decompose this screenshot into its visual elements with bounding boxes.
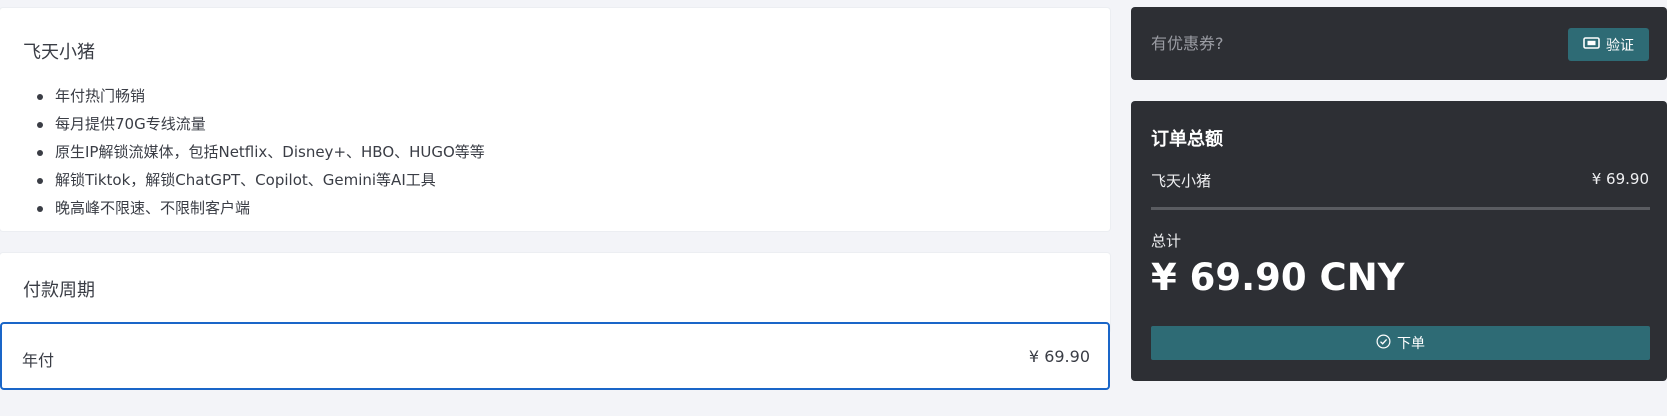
period-option-price: ¥ 69.90 — [1028, 347, 1090, 366]
total-label: 总计 — [1151, 232, 1182, 250]
plan-card: 飞天小猪 年付热门畅销 每月提供70G专线流量 原生IP解锁流媒体，包括Netf… — [0, 8, 1110, 231]
feature-list: 年付热门畅销 每月提供70G专线流量 原生IP解锁流媒体，包括Netflix、D… — [37, 86, 485, 226]
payment-period-title: 付款周期 — [23, 280, 95, 301]
period-option-label: 年付 — [22, 351, 55, 370]
coupon-input[interactable] — [1151, 27, 1511, 59]
payment-period-card: 付款周期 — [0, 253, 1110, 333]
place-order-button[interactable]: 下单 — [1151, 326, 1650, 360]
period-option-yearly[interactable]: 年付 ¥ 69.90 — [0, 322, 1110, 390]
feature-item: 年付热门畅销 — [37, 86, 485, 114]
feature-item: 晚高峰不限速、不限制客户端 — [37, 198, 485, 226]
check-circle-icon — [1376, 334, 1391, 353]
ticket-icon — [1583, 36, 1600, 53]
feature-item: 原生IP解锁流媒体，包括Netflix、Disney+、HBO、HUGO等等 — [37, 142, 485, 170]
plan-title: 飞天小猪 — [23, 42, 95, 63]
order-summary-card: 订单总额 飞天小猪 ¥ 69.90 总计 ¥ 69.90 CNY 下单 — [1131, 101, 1667, 381]
verify-coupon-button[interactable]: 验证 — [1568, 28, 1649, 61]
summary-divider — [1151, 207, 1650, 210]
place-order-label: 下单 — [1397, 336, 1425, 352]
feature-item: 解锁Tiktok，解锁ChatGPT、Copilot、Gemini等AI工具 — [37, 170, 485, 198]
order-item-price: ¥ 69.90 — [1591, 170, 1649, 188]
total-amount: ¥ 69.90 CNY — [1151, 256, 1405, 299]
order-summary-title: 订单总额 — [1151, 129, 1223, 150]
order-item-name: 飞天小猪 — [1151, 172, 1212, 190]
feature-item: 每月提供70G专线流量 — [37, 114, 485, 142]
verify-button-label: 验证 — [1606, 37, 1634, 54]
